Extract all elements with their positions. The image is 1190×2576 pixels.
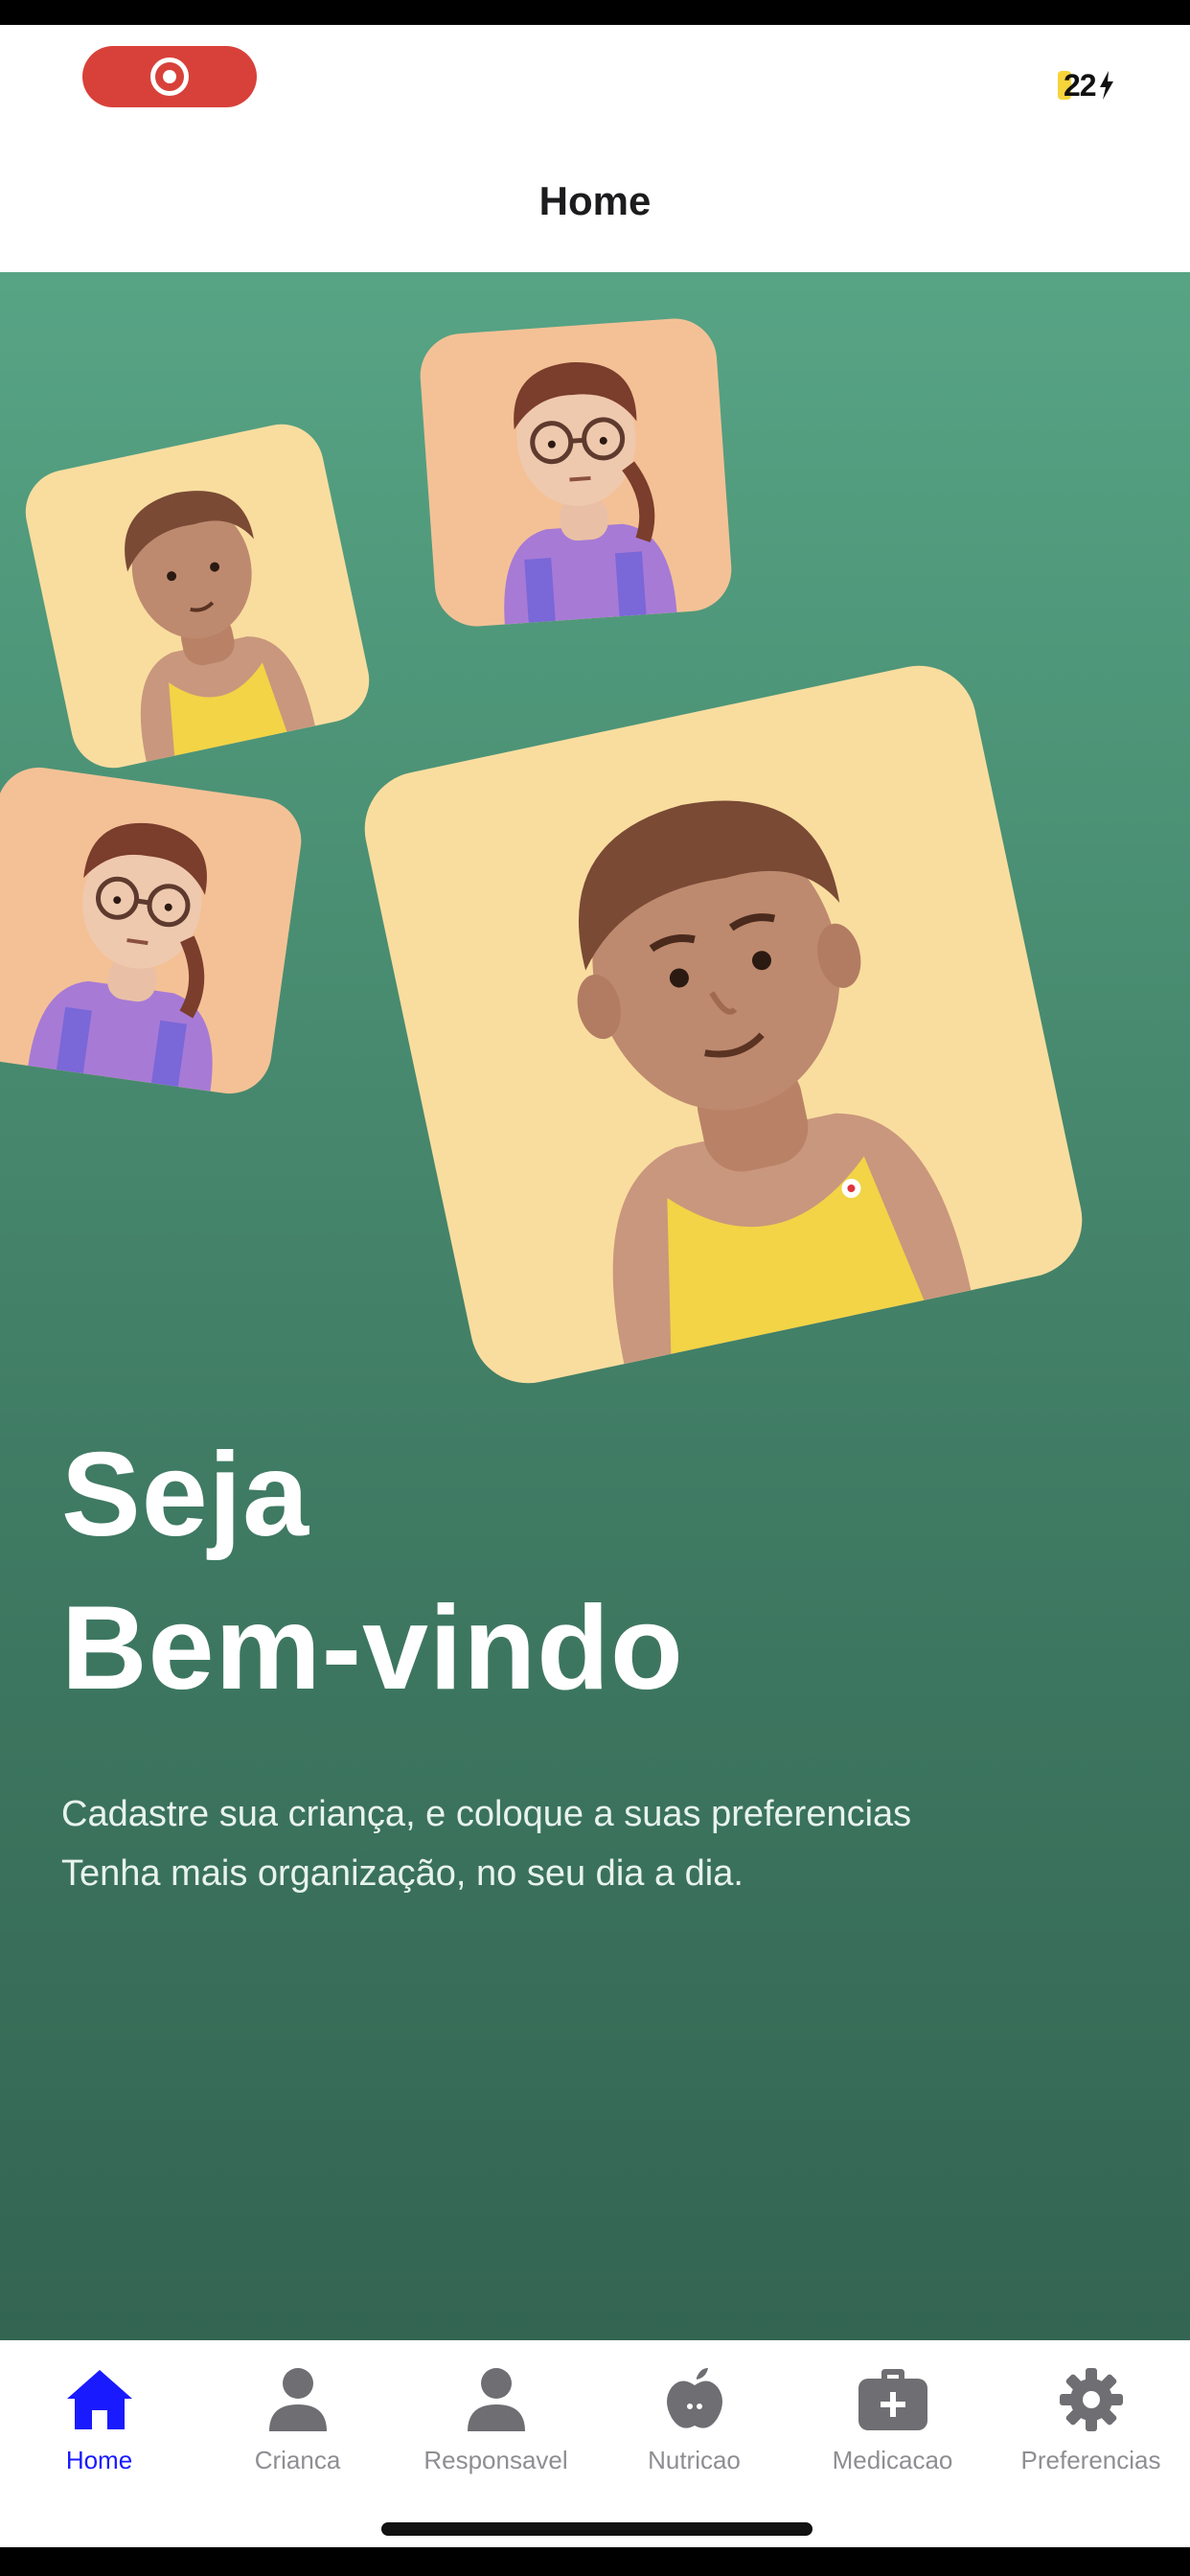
- avatar-card-girl-top: [417, 315, 735, 630]
- welcome-line-2: Bem-vindo: [61, 1582, 684, 1714]
- screen-recording-indicator[interactable]: [82, 46, 257, 107]
- person-icon: [458, 2361, 535, 2438]
- apple-icon: [656, 2361, 733, 2438]
- subtitle-line-2: Tenha mais organização, no seu dia a dia…: [61, 1853, 744, 1894]
- top-bezel: [0, 0, 1190, 25]
- tab-crianca[interactable]: Crianca: [198, 2340, 397, 2484]
- tab-medicacao[interactable]: Medicacao: [793, 2340, 992, 2484]
- tab-preferencias[interactable]: Preferencias: [992, 2340, 1190, 2484]
- tab-label: Medicacao: [832, 2446, 953, 2474]
- record-icon: [150, 58, 189, 96]
- person-icon: [260, 2361, 336, 2438]
- subtitle-line-1: Cadastre sua criança, e coloque a suas p…: [61, 1794, 912, 1834]
- tab-label: Responsavel: [423, 2446, 568, 2474]
- girl-avatar-image: [504, 362, 677, 625]
- battery-indicator: 22: [1058, 67, 1115, 104]
- tab-label: Preferencias: [1020, 2446, 1161, 2474]
- home-icon: [61, 2361, 138, 2438]
- avatar-card-boy-small: [17, 416, 378, 776]
- navigation-header: Home: [0, 130, 1190, 272]
- welcome-line-1: Seja: [61, 1429, 310, 1561]
- medkit-icon: [855, 2361, 931, 2438]
- welcome-hero: Seja Bem-vindo Cadastre sua criança, e c…: [0, 272, 1190, 2340]
- tab-responsavel[interactable]: Responsavel: [397, 2340, 595, 2484]
- status-bar: 22: [0, 25, 1190, 130]
- bottom-bezel: [0, 2547, 1190, 2576]
- tab-nutricao[interactable]: Nutricao: [595, 2340, 793, 2484]
- boy-avatar-image: [125, 491, 315, 762]
- avatar-card-girl-left: [0, 762, 308, 1099]
- battery-level: 22: [1064, 67, 1097, 103]
- boy-avatar-image: [577, 800, 972, 1365]
- avatar-card-boy-large: [354, 655, 1093, 1394]
- gear-icon: [1053, 2361, 1130, 2438]
- charging-bolt-icon: [1099, 71, 1113, 100]
- home-indicator[interactable]: [381, 2522, 812, 2536]
- tab-label: Nutricao: [648, 2446, 741, 2474]
- tab-label: Crianca: [254, 2446, 341, 2474]
- welcome-heading: Seja Bem-vindo: [61, 1418, 684, 1725]
- tab-home[interactable]: Home: [0, 2340, 198, 2484]
- tab-label: Home: [65, 2446, 133, 2474]
- girl-avatar-image: [28, 822, 213, 1092]
- bottom-tab-bar: Home Crianca Responsavel Nutricao Medica…: [0, 2340, 1190, 2547]
- page-title: Home: [538, 178, 652, 223]
- welcome-subtitle: Cadastre sua criança, e coloque a suas p…: [61, 1784, 1154, 1903]
